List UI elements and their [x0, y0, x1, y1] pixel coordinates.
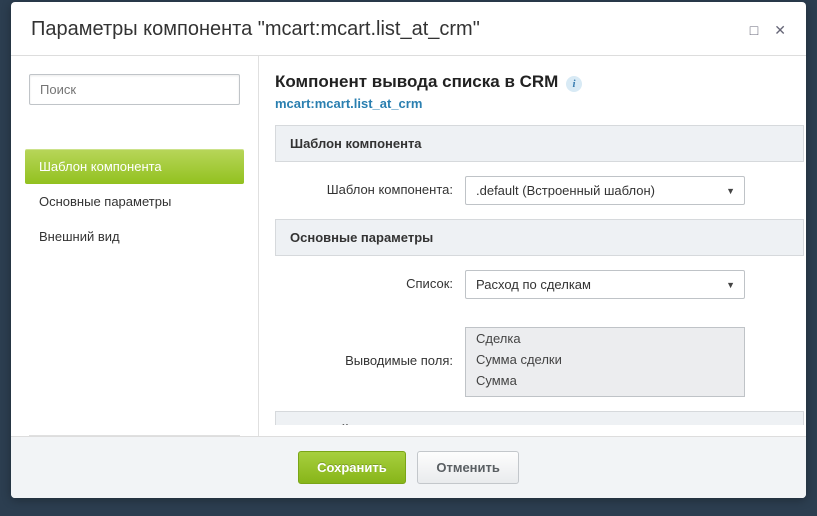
sidebar-item-main-params[interactable]: Основные параметры [25, 184, 244, 219]
titlebar: Параметры компонента "mcart:mcart.list_a… [11, 2, 806, 56]
close-icon[interactable]: ✕ [774, 23, 786, 37]
form-scroll-area[interactable]: Шаблон компонента Шаблон компонента: .de… [275, 125, 804, 425]
field-label: Выводимые поля: [275, 327, 465, 368]
dialog-title: Параметры компонента "mcart:mcart.list_a… [31, 18, 480, 41]
field-label: Список: [275, 270, 465, 291]
form-row-template: Шаблон компонента: .default (Встроенный … [275, 162, 804, 219]
sidebar: Шаблон компонента Основные параметры Вне… [11, 56, 259, 436]
multiselect-option[interactable]: Сделка [466, 328, 744, 349]
dialog-window: Параметры компонента "mcart:mcart.list_a… [11, 2, 806, 498]
section-header-template: Шаблон компонента [275, 125, 804, 162]
form-row-fields: Выводимые поля: Сделка Сумма сделки Сумм… [275, 313, 804, 411]
window-controls: □ ✕ [750, 23, 786, 37]
sidebar-item-label: Основные параметры [39, 194, 171, 209]
sidebar-item-template[interactable]: Шаблон компонента [25, 149, 244, 184]
component-title: Компонент вывода списка в CRM [275, 72, 558, 91]
form-row-list: Список: Расход по сделкам [275, 256, 804, 313]
section-header-main-params: Основные параметры [275, 219, 804, 256]
list-select[interactable]: Расход по сделкам [465, 270, 745, 299]
save-button[interactable]: Сохранить [298, 451, 406, 484]
dialog-footer: Сохранить Отменить [11, 436, 806, 498]
multiselect-option[interactable]: Сумма сделки [466, 349, 744, 370]
sidebar-item-appearance[interactable]: Внешний вид [25, 219, 244, 254]
sidebar-item-label: Шаблон компонента [39, 159, 162, 174]
component-path: mcart:mcart.list_at_crm [275, 96, 786, 111]
main-panel: Компонент вывода списка в CRM i mcart:mc… [259, 56, 806, 436]
search-input[interactable] [29, 74, 240, 105]
section-header-appearance: Внешний вид [275, 411, 804, 425]
template-select[interactable]: .default (Встроенный шаблон) [465, 176, 745, 205]
fields-multiselect[interactable]: Сделка Сумма сделки Сумма [465, 327, 745, 397]
info-icon[interactable]: i [566, 76, 582, 92]
sidebar-item-label: Внешний вид [39, 229, 120, 244]
field-label: Шаблон компонента: [275, 176, 465, 197]
maximize-icon[interactable]: □ [750, 23, 758, 37]
sidebar-divider [29, 435, 240, 436]
content-area: Шаблон компонента Основные параметры Вне… [11, 56, 806, 436]
sidebar-nav: Шаблон компонента Основные параметры Вне… [25, 149, 244, 254]
main-header: Компонент вывода списка в CRM i mcart:mc… [275, 72, 804, 125]
cancel-button[interactable]: Отменить [417, 451, 519, 484]
multiselect-option[interactable]: Сумма [466, 370, 744, 391]
